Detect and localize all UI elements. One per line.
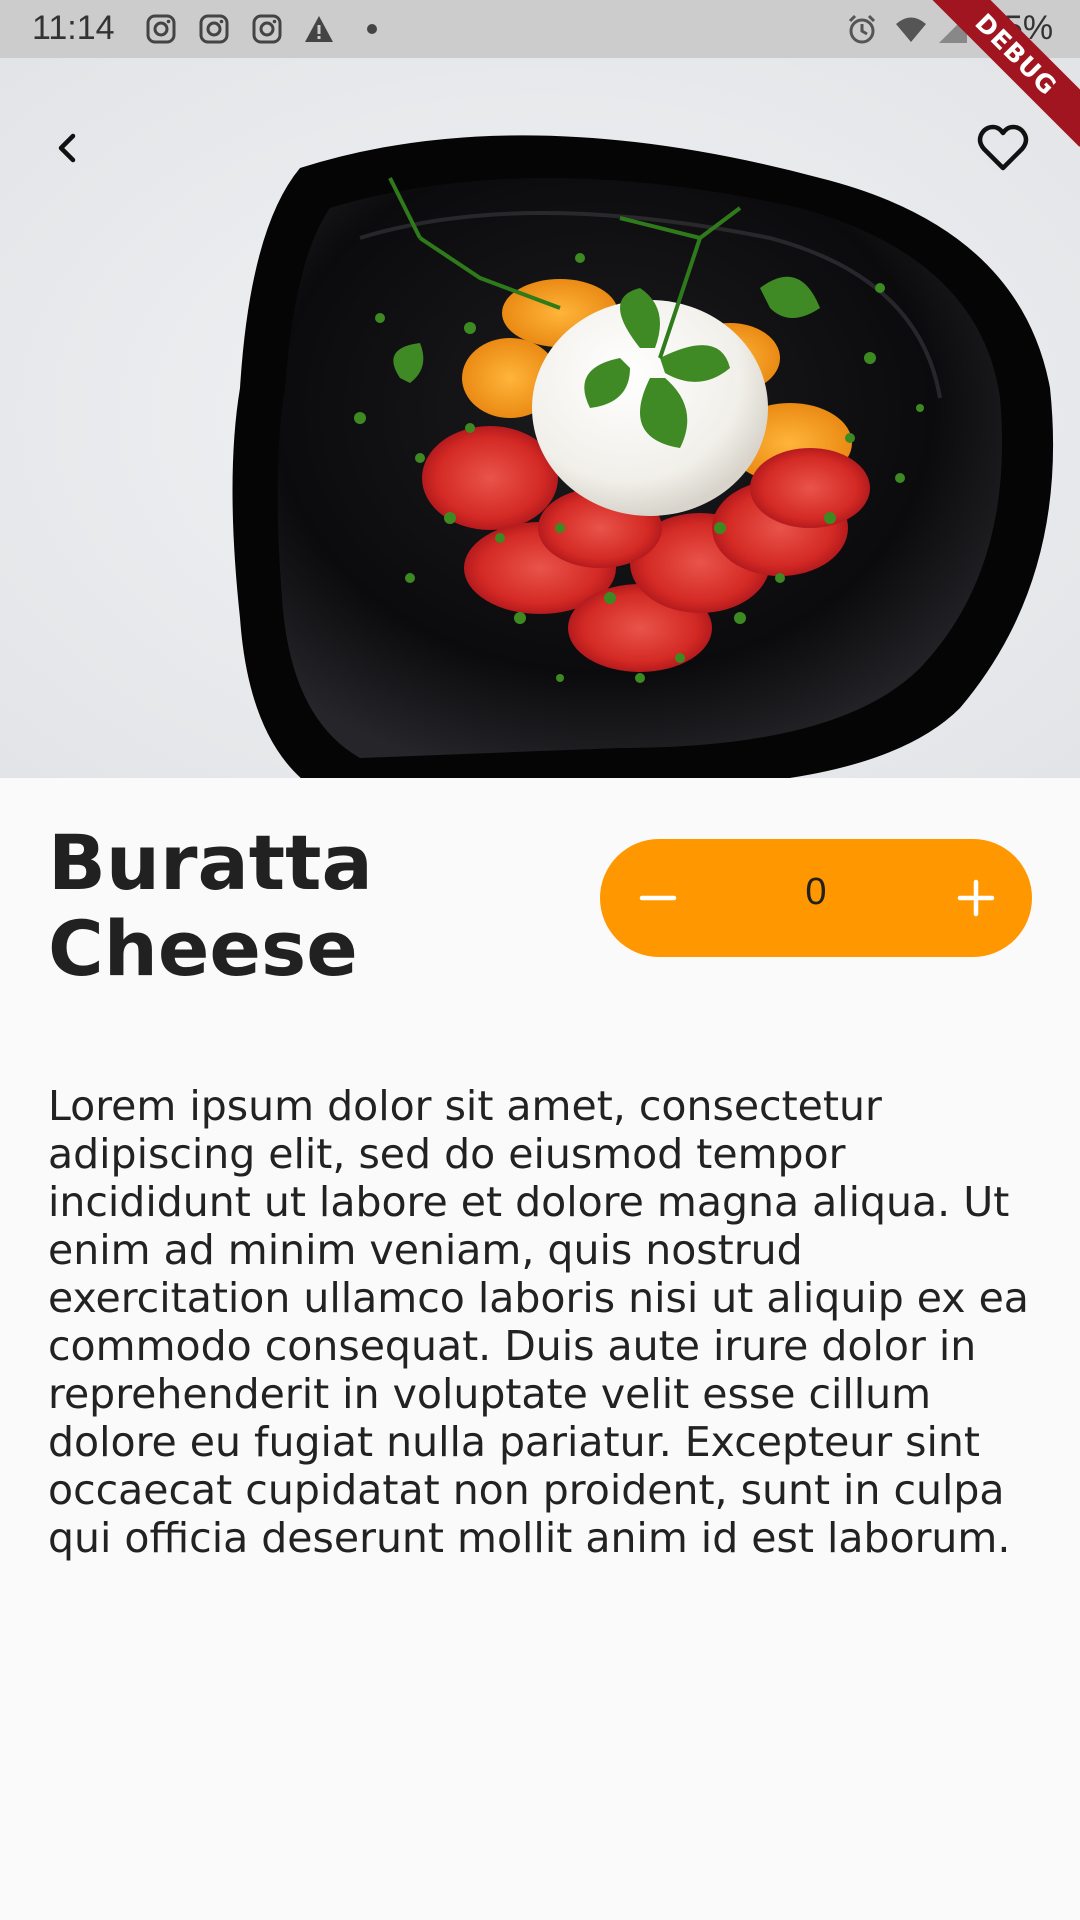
- plus-icon: [957, 879, 995, 917]
- quantity-value: 0: [805, 871, 827, 913]
- back-button[interactable]: [28, 108, 108, 188]
- debug-banner-label: DEBUG: [930, 0, 1080, 147]
- minus-icon: [639, 895, 677, 901]
- product-image: [0, 58, 1080, 778]
- burrata-plate-photo: [0, 58, 1080, 778]
- warning-icon: [305, 16, 333, 42]
- debug-banner: DEBUG: [930, 0, 1080, 150]
- increment-button[interactable]: [936, 858, 1016, 938]
- instagram-icon: [199, 14, 229, 44]
- status-bar: 11:14 65%: [0, 0, 1080, 58]
- product-title: Buratta Cheese: [48, 818, 373, 993]
- quantity-stepper: 0: [600, 839, 1032, 957]
- chevron-left-icon: [58, 133, 76, 163]
- product-description: Lorem ipsum dolor sit amet, consectetur …: [48, 1082, 1029, 1562]
- status-time: 11:14: [32, 9, 115, 47]
- instagram-icon: [252, 14, 282, 44]
- more-notifications-dot: [367, 24, 377, 34]
- wifi-icon: [896, 17, 926, 42]
- alarm-icon: [848, 14, 876, 44]
- decrement-button[interactable]: [618, 858, 698, 938]
- instagram-icon: [146, 14, 176, 44]
